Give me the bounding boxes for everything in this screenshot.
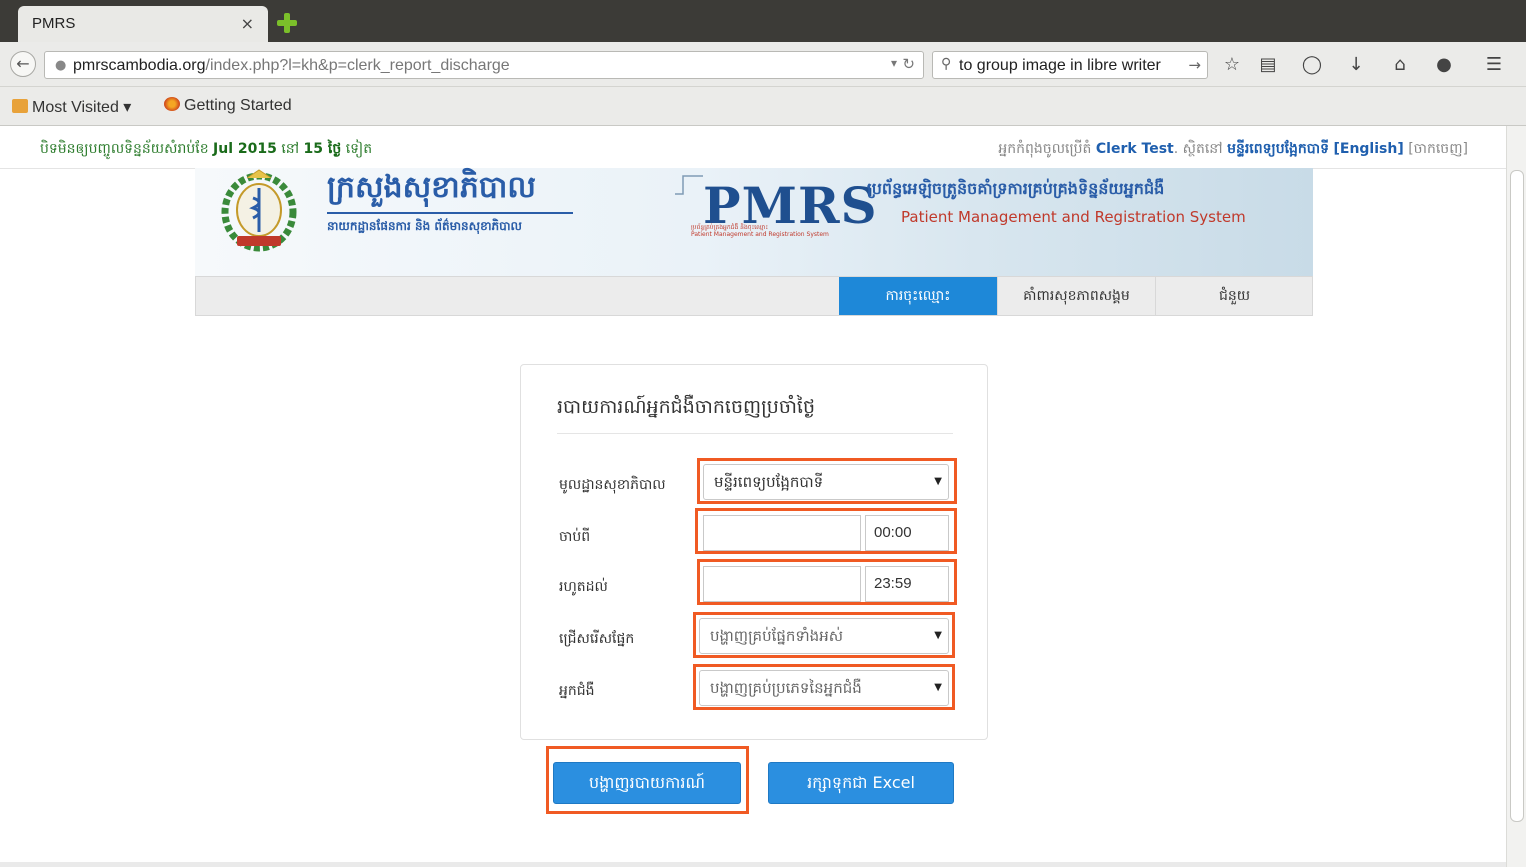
ministry-divider [327,212,573,214]
reload-icon[interactable]: ↻ [902,55,915,73]
user-prefix: អ្នកកំពុងចូលប្រើតំ [998,141,1092,157]
folder-icon [12,99,28,113]
browser-titlebar: PMRS × [0,0,1526,42]
to-time-input[interactable]: 23:59 [865,566,949,602]
department-select[interactable]: បង្ហាញគ្រប់ផ្នែកទាំងអស់ ▼ [699,618,949,654]
user-mid: . ស្ថិតនៅ [1173,141,1223,157]
reading-list-icon[interactable]: ▤ [1256,53,1280,77]
show-report-button[interactable]: បង្ហាញរបាយការណ៍ [553,762,741,804]
patient-value: បង្ហាញគ្រប់ប្រភេទនៃអ្នកជំងឺ [710,679,862,697]
ministry-subtitle: នាយកដ្ឋានផែនការ និង ព័ត៌មានសុខាភិបាល [327,219,522,233]
user-info: អ្នកកំពុងចូលប្រើតំ Clerk Test. ស្ថិតនៅ ម… [998,139,1468,160]
pmrs-logo-caption-kh: ប្រព័ន្ធគ្រប់គ្រងអ្នកជំងឺ និងចុះឈ្មោះ [691,224,768,231]
main-nav: ការចុះឈ្មោះ គាំពារសុខភាពសង្គម ជំនួយ [195,276,1313,316]
search-bar[interactable]: ⚲ to group image in libre writer → [932,51,1208,79]
home-icon[interactable]: ⌂ [1388,53,1412,77]
star-icon[interactable]: ☆ [1220,53,1244,77]
notice-month: Jul 2015 [213,141,277,157]
scrollbar-thumb[interactable] [1510,170,1524,822]
pocket-icon[interactable]: ◯ [1300,53,1324,77]
notice-days: 15 ថ្ងៃ [303,141,342,157]
tab-close-icon[interactable]: × [241,14,254,33]
page-scrollbar[interactable] [1506,126,1526,867]
pmrs-logo-caption: ប្រព័ន្ធគ្រប់គ្រងអ្នកជំងឺ និងចុះឈ្មោះ Pa… [691,224,829,238]
bookmark-label: Most Visited ▾ [32,99,132,116]
bookmark-getting-started[interactable]: Getting Started [164,97,292,115]
bookmarks-bar: Most Visited ▾ Getting Started [0,87,1526,126]
from-date-input[interactable] [703,515,861,551]
pmrs-logo-caption-en: Patient Management and Registration Syst… [691,231,829,238]
firefox-icon [164,97,180,111]
url-host: pmrscambodia.org [73,57,206,74]
tab-title: PMRS [32,15,76,32]
chat-icon[interactable]: ● [1432,53,1456,77]
logout-link[interactable]: [ចាកចេញ] [1408,141,1468,157]
department-label: ជ្រើសរើសផ្នែក [559,631,635,647]
search-go-icon[interactable]: → [1188,56,1201,74]
dropdown-arrow-icon: ▼ [934,630,942,641]
search-icon: ⚲ [941,56,952,72]
url-text: pmrscambodia.org/index.php?l=kh&p=clerk_… [73,57,510,75]
back-arrow-icon[interactable]: ← [10,51,36,77]
facility-select[interactable]: មន្ទីរពេទ្យបង្អែកបាទី ▼ [703,464,949,500]
notice-mid: នៅ [281,141,300,157]
notice-prefix: បិទមិនឲ្យបញ្ចូលទិន្នន័យសំរាប់ខែ [40,141,209,157]
form-divider [557,433,953,434]
bookmark-most-visited[interactable]: Most Visited ▾ [12,97,131,117]
from-label: ចាប់ពី [559,529,591,545]
page-viewport: បិទមិនឲ្យបញ្ចូលទិន្នន័យសំរាប់ខែ Jul 2015… [0,126,1506,867]
pmrs-logo: PMRS ប្រព័ន្ធគ្រប់គ្រងអ្នកជំងឺ និងចុះឈ្ម… [673,174,877,240]
ministry-title: ក្រសួងសុខាភិបាល [327,170,536,205]
user-site: មន្ទីរពេទ្យបង្អែកបាទី [1227,141,1330,157]
globe-icon: ● [55,58,67,73]
report-form-card: របាយការណ៍អ្នកជំងឺចាកចេញប្រចាំថ្ងៃ មូលដ្ឋ… [520,364,988,740]
system-title-en: Patient Management and Registration Syst… [901,208,1246,226]
notice-suffix: ទៀត [345,141,373,157]
user-name: Clerk Test [1095,141,1174,157]
system-title-kh: ប្រព័ន្ធអេឡិចត្រូនិចគាំទ្រការគ្រប់គ្រងទិ… [867,179,1165,198]
ministry-emblem-icon [221,169,297,252]
url-dropdown-icon[interactable]: ▾ [891,56,897,70]
site-banner: ក្រសួងសុខាភិបាល នាយកដ្ឋានផែនការ និង ព័ត៌… [195,168,1313,276]
facility-label: មូលដ្ឋានសុខាភិបាល [559,477,666,493]
from-time-input[interactable]: 00:00 [865,515,949,551]
to-label: រហូតដល់ [559,579,608,595]
tab-social-health[interactable]: គាំពារសុខភាពសង្គម [997,277,1155,315]
dropdown-arrow-icon: ▼ [934,476,942,487]
page-bottom-edge [0,862,1506,867]
browser-navbar: ← ● pmrscambodia.org/index.php?l=kh&p=cl… [0,42,1526,87]
search-text: to group image in libre writer [959,57,1161,74]
bookmark-label: Getting Started [184,97,292,114]
dropdown-arrow-icon: ▼ [934,682,942,693]
tab-registration[interactable]: ការចុះឈ្មោះ [839,277,997,315]
data-entry-notice: បិទមិនឲ្យបញ្ចូលទិន្នន័យសំរាប់ខែ Jul 2015… [40,139,372,160]
english-link[interactable]: [English] [1333,141,1403,157]
form-title: របាយការណ៍អ្នកជំងឺចាកចេញប្រចាំថ្ងៃ [557,396,816,418]
url-path: /index.php?l=kh&p=clerk_report_discharge [205,57,510,74]
url-bar[interactable]: ● pmrscambodia.org/index.php?l=kh&p=cler… [44,51,924,79]
new-tab-icon[interactable] [276,12,298,34]
browser-tab[interactable]: PMRS × [18,6,268,42]
department-value: បង្ហាញគ្រប់ផ្នែកទាំងអស់ [710,627,844,645]
info-bar: បិទមិនឲ្យបញ្ចូលទិន្នន័យសំរាប់ខែ Jul 2015… [0,126,1506,169]
menu-icon[interactable]: ☰ [1482,53,1506,77]
save-excel-button[interactable]: រក្សាទុកជា Excel [768,762,954,804]
download-icon[interactable]: ↓ [1344,53,1368,77]
facility-value: មន្ទីរពេទ្យបង្អែកបាទី [714,473,824,491]
patient-label: អ្នកជំងឺ [559,683,595,699]
tab-help[interactable]: ជំនួយ [1155,277,1313,315]
to-date-input[interactable] [703,566,861,602]
patient-select[interactable]: បង្ហាញគ្រប់ប្រភេទនៃអ្នកជំងឺ ▼ [699,670,949,706]
